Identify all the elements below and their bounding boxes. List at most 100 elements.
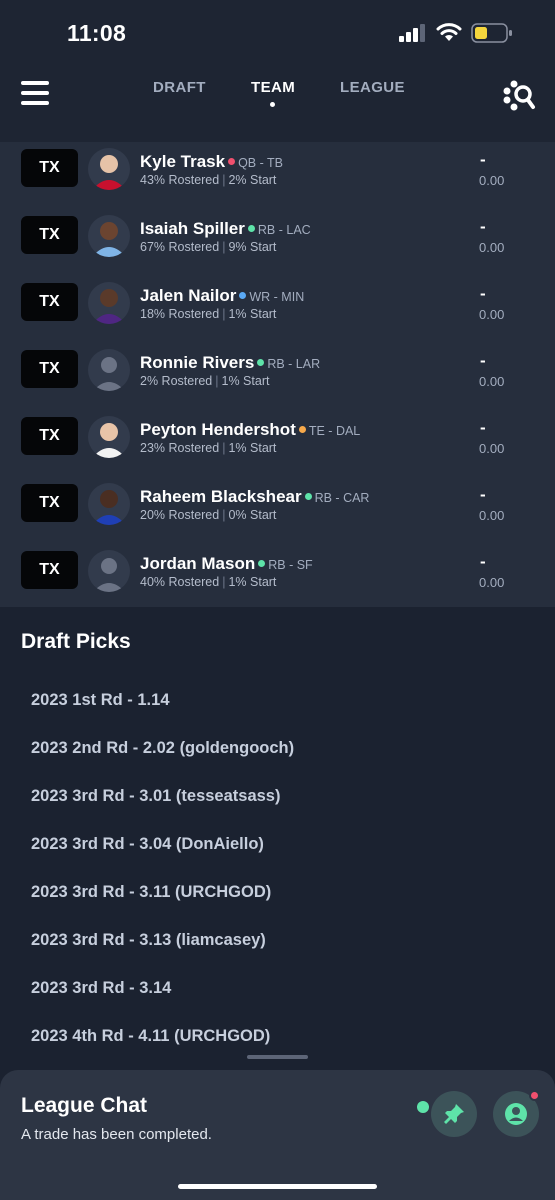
projection: - (480, 150, 486, 169)
player-name[interactable]: Ronnie Rivers (140, 353, 254, 372)
player-name-line[interactable]: Ronnie Rivers RB - LAR (140, 353, 320, 373)
player-stats: 2% Rostered | 1% Start (140, 374, 269, 388)
projection: - (480, 552, 486, 571)
player-avatar (88, 483, 130, 525)
signal-icon (399, 24, 425, 42)
player-position: QB - TB (238, 156, 283, 170)
tab-team[interactable]: TEAM (251, 79, 295, 96)
player-name-line[interactable]: Peyton Hendershot TE - DAL (140, 420, 360, 440)
draft-pick-item[interactable]: 2023 1st Rd - 1.14 (31, 691, 170, 710)
transaction-button[interactable]: TX (21, 216, 78, 254)
transaction-button[interactable]: TX (21, 417, 78, 455)
player-row[interactable]: TX Peyton Hendershot TE - DAL 23% Rostere… (0, 410, 555, 477)
transaction-button[interactable]: TX (21, 484, 78, 522)
projection: - (480, 284, 486, 303)
transaction-button[interactable]: TX (21, 149, 78, 187)
player-position: RB - CAR (314, 491, 370, 505)
sheet-drag-handle[interactable] (247, 1055, 308, 1059)
position-dot (228, 158, 236, 166)
draft-pick-item[interactable]: 2023 3rd Rd - 3.13 (liamcasey) (31, 931, 266, 950)
battery-icon (471, 23, 512, 43)
position-dot (257, 359, 265, 367)
active-tab-indicator (270, 102, 275, 107)
player-name-line[interactable]: Isaiah Spiller RB - LAC (140, 219, 311, 239)
online-indicator (417, 1101, 429, 1113)
projection: - (480, 485, 486, 504)
start-pct: 1% Start (228, 307, 277, 321)
player-stats: 20% Rostered | 0% Start (140, 508, 276, 522)
player-name[interactable]: Isaiah Spiller (140, 219, 245, 238)
search-players-icon[interactable] (502, 79, 536, 113)
points: 0.00 (479, 441, 505, 456)
tab-draft[interactable]: DRAFT (153, 79, 206, 96)
projection: - (480, 351, 486, 370)
stat-separator: | (222, 173, 226, 187)
draft-pick-item[interactable]: 2023 3rd Rd - 3.11 (URCHGOD) (31, 883, 271, 902)
tab-league[interactable]: LEAGUE (340, 79, 405, 96)
player-row[interactable]: TX Isaiah Spiller RB - LAC 67% Rostered | 9… (0, 209, 555, 276)
rostered-pct: 20% Rostered (140, 508, 220, 522)
stat-separator: | (215, 374, 219, 388)
player-name[interactable]: Kyle Trask (140, 152, 225, 171)
draft-pick-item[interactable]: 2023 3rd Rd - 3.01 (tesseatsass) (31, 787, 280, 806)
player-row[interactable]: TX Raheem Blackshear RB - CAR 20% Rostere… (0, 477, 555, 544)
position-dot (304, 493, 312, 501)
rostered-pct: 23% Rostered (140, 441, 220, 455)
start-pct: 2% Start (228, 173, 277, 187)
player-name-line[interactable]: Kyle Trask QB - TB (140, 152, 283, 172)
player-stats: 67% Rostered | 9% Start (140, 240, 276, 254)
transaction-button[interactable]: TX (21, 283, 78, 321)
player-name[interactable]: Raheem Blackshear (140, 487, 302, 506)
player-position: RB - LAC (257, 223, 311, 237)
player-name[interactable]: Jalen Nailor (140, 286, 236, 305)
stat-separator: | (222, 441, 226, 455)
points: 0.00 (479, 307, 505, 322)
position-dot (247, 225, 255, 233)
player-stats: 23% Rostered | 1% Start (140, 441, 276, 455)
player-row[interactable]: TX Jalen Nailor WR - MIN 18% Rostered | 1% … (0, 276, 555, 343)
player-name-line[interactable]: Jordan Mason RB - SF (140, 554, 313, 574)
rostered-pct: 2% Rostered (140, 374, 213, 388)
wifi-icon (436, 23, 462, 41)
position-dot (239, 292, 247, 300)
status-time: 11:08 (67, 20, 127, 46)
player-position: RB - LAR (267, 357, 321, 371)
status-bar: 11:08 (0, 0, 555, 62)
player-row[interactable]: TX Kyle Trask QB - TB 43% Rostered | 2% Sta… (0, 142, 555, 209)
player-row[interactable]: TX Jordan Mason RB - SF 40% Rostered | 1% S… (0, 544, 555, 607)
points: 0.00 (479, 374, 505, 389)
menu-icon[interactable] (21, 81, 49, 105)
draft-pick-item[interactable]: 2023 3rd Rd - 3.14 (31, 979, 171, 998)
draft-pick-item[interactable]: 2023 4th Rd - 4.11 (URCHGOD) (31, 1027, 270, 1046)
pin-button[interactable] (431, 1091, 477, 1137)
player-name-line[interactable]: Raheem Blackshear RB - CAR (140, 487, 369, 507)
transaction-button[interactable]: TX (21, 350, 78, 388)
points: 0.00 (479, 508, 505, 523)
player-avatar (88, 550, 130, 592)
chat-title: League Chat (21, 1094, 148, 1117)
home-indicator (178, 1184, 377, 1189)
player-row[interactable]: TX Ronnie Rivers RB - LAR 2% Rostered | 1% … (0, 343, 555, 410)
league-chat-panel[interactable]: League Chat A trade has been completed. (0, 1070, 555, 1200)
stat-separator: | (222, 508, 226, 522)
start-pct: 0% Start (228, 508, 277, 522)
start-pct: 1% Start (228, 441, 277, 455)
position-dot (258, 560, 266, 568)
player-avatar (88, 148, 130, 190)
draft-pick-item[interactable]: 2023 3rd Rd - 3.04 (DonAiello) (31, 835, 264, 854)
draft-pick-item[interactable]: 2023 2nd Rd - 2.02 (goldengooch) (31, 739, 294, 758)
rostered-pct: 43% Rostered (140, 173, 220, 187)
points: 0.00 (479, 240, 505, 255)
player-avatar (88, 349, 130, 391)
start-pct: 1% Start (221, 374, 270, 388)
projection: - (480, 418, 486, 437)
player-name[interactable]: Peyton Hendershot (140, 420, 296, 439)
rostered-pct: 67% Rostered (140, 240, 220, 254)
transaction-button[interactable]: TX (21, 551, 78, 589)
player-name-line[interactable]: Jalen Nailor WR - MIN (140, 286, 304, 306)
player-avatar (88, 416, 130, 458)
player-name[interactable]: Jordan Mason (140, 554, 255, 573)
rostered-pct: 18% Rostered (140, 307, 220, 321)
player-position: TE - DAL (308, 424, 361, 438)
player-avatar (88, 282, 130, 324)
